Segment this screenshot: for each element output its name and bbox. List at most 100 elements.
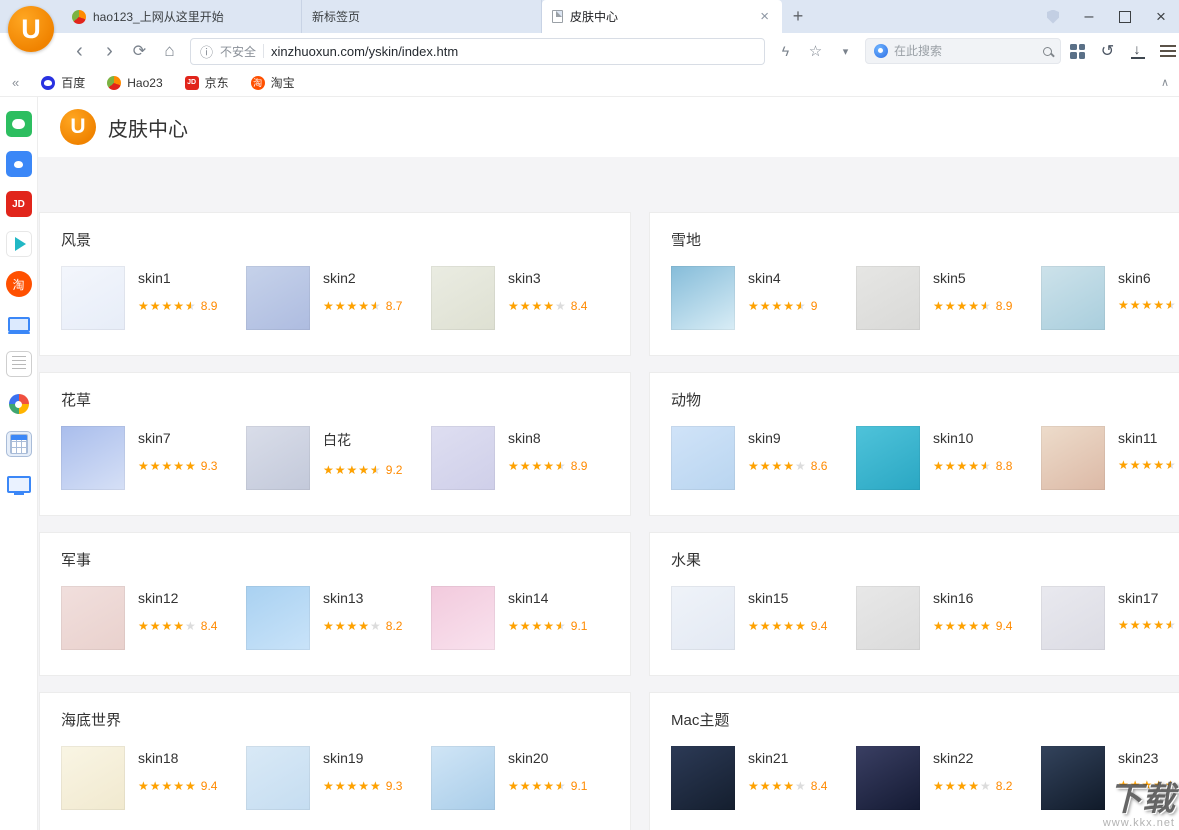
search-icon[interactable]	[1043, 47, 1052, 56]
search-box[interactable]	[865, 38, 1061, 64]
bookmark-hao123[interactable]: Hao23	[107, 76, 162, 90]
skin-item[interactable]: skin14 ★★★★★★★★★★ 9.1	[431, 586, 616, 650]
skin-item[interactable]: skin6 ★★★★★★★★★★	[1041, 266, 1179, 330]
chevron-down-icon[interactable]	[832, 38, 859, 65]
skin-thumbnail[interactable]	[246, 586, 310, 650]
skin-item[interactable]: skin21 ★★★★★★★★★★ 8.4	[671, 746, 856, 810]
bookmark-star-icon[interactable]	[802, 38, 829, 65]
skin-item[interactable]: skin3 ★★★★★★★★★★ 8.4	[431, 266, 616, 330]
skin-item[interactable]: skin20 ★★★★★★★★★★ 9.1	[431, 746, 616, 810]
skin-rating: ★★★★★★★★★★	[1118, 779, 1179, 791]
bookmark-baidu[interactable]: 百度	[41, 74, 85, 91]
skin-name: skin15	[748, 590, 827, 606]
skin-thumbnail[interactable]	[61, 586, 125, 650]
info-icon[interactable]: ⓘ	[200, 42, 213, 61]
maximize-button[interactable]	[1107, 0, 1143, 33]
skin-item[interactable]: skin1 ★★★★★★★★★★ 8.9	[61, 266, 246, 330]
shield-icon[interactable]	[1035, 0, 1071, 33]
collapse-bookmarks-icon[interactable]: «	[12, 75, 19, 90]
skin-item[interactable]: skin2 ★★★★★★★★★★ 8.7	[246, 266, 431, 330]
skin-thumbnail[interactable]	[431, 266, 495, 330]
skin-item[interactable]: skin8 ★★★★★★★★★★ 8.9	[431, 426, 616, 490]
category-title: 水果	[671, 549, 1179, 570]
skin-thumbnail[interactable]	[671, 426, 735, 490]
skin-thumbnail[interactable]	[431, 426, 495, 490]
calculator-icon[interactable]	[6, 431, 32, 457]
skin-item[interactable]: skin15 ★★★★★★★★★★ 9.4	[671, 586, 856, 650]
menu-icon[interactable]	[1154, 38, 1179, 65]
skin-stars: ★★★★★★★★★★	[1118, 619, 1177, 631]
notes-icon[interactable]	[6, 351, 32, 377]
baidu-favicon	[41, 76, 55, 90]
tab-new-tab[interactable]: 新标签页	[302, 0, 542, 33]
apps-grid-icon[interactable]	[1064, 38, 1091, 65]
tab-hao123[interactable]: hao123_上网从这里开始	[62, 0, 302, 33]
skin-thumbnail[interactable]	[1041, 426, 1105, 490]
skin-thumbnail[interactable]	[671, 746, 735, 810]
minimize-button[interactable]	[1071, 0, 1107, 33]
skin-thumbnail[interactable]	[1041, 746, 1105, 810]
paint-icon[interactable]	[6, 391, 32, 417]
skin-rating: ★★★★★★★★★★	[1118, 459, 1179, 471]
taobao-icon[interactable]	[6, 271, 32, 297]
tab-close-icon[interactable]: ×	[758, 8, 771, 25]
refresh-button[interactable]	[126, 38, 153, 65]
skin-name: skin14	[508, 590, 587, 606]
skin-item[interactable]: skin17 ★★★★★★★★★★	[1041, 586, 1179, 650]
skin-item[interactable]: skin22 ★★★★★★★★★★ 8.2	[856, 746, 1041, 810]
skin-item[interactable]: skin13 ★★★★★★★★★★ 8.2	[246, 586, 431, 650]
skin-item[interactable]: skin11 ★★★★★★★★★★	[1041, 426, 1179, 490]
collapse-up-icon[interactable]: ∧	[1161, 76, 1169, 89]
skin-thumbnail[interactable]	[431, 586, 495, 650]
skin-thumbnail[interactable]	[1041, 586, 1105, 650]
tab-skin-center[interactable]: 皮肤中心 ×	[542, 0, 782, 33]
back-button[interactable]	[66, 38, 93, 65]
search-input[interactable]	[894, 44, 1037, 58]
skin-item[interactable]: skin18 ★★★★★★★★★★ 9.4	[61, 746, 246, 810]
skin-item[interactable]: skin16 ★★★★★★★★★★ 9.4	[856, 586, 1041, 650]
bookmark-jd[interactable]: 京东	[185, 74, 229, 91]
bookmark-taobao[interactable]: 淘宝	[251, 74, 295, 91]
skin-thumbnail[interactable]	[671, 266, 735, 330]
browser-logo[interactable]: U	[8, 6, 54, 52]
skin-item[interactable]: skin10 ★★★★★★★★★★ 8.8	[856, 426, 1041, 490]
skin-thumbnail[interactable]	[61, 746, 125, 810]
home-button[interactable]	[156, 38, 183, 65]
search-engine-icon[interactable]	[874, 44, 888, 58]
skin-thumbnail[interactable]	[856, 426, 920, 490]
url-text[interactable]: xinzhuoxun.com/yskin/index.htm	[271, 44, 755, 59]
skin-item[interactable]: skin19 ★★★★★★★★★★ 9.3	[246, 746, 431, 810]
address-bar[interactable]: ⓘ 不安全 xinzhuoxun.com/yskin/index.htm	[190, 38, 765, 65]
skin-thumbnail[interactable]	[431, 746, 495, 810]
skin-thumbnail[interactable]	[246, 746, 310, 810]
skin-item[interactable]: skin7 ★★★★★★★★★★ 9.3	[61, 426, 246, 490]
skin-item[interactable]: skin5 ★★★★★★★★★★ 8.9	[856, 266, 1041, 330]
skin-item[interactable]: skin9 ★★★★★★★★★★ 8.6	[671, 426, 856, 490]
skin-item[interactable]: skin12 ★★★★★★★★★★ 8.4	[61, 586, 246, 650]
skin-thumbnail[interactable]	[246, 426, 310, 490]
wechat-icon[interactable]	[6, 111, 32, 137]
history-undo-icon[interactable]	[1094, 38, 1121, 65]
skin-thumbnail[interactable]	[671, 586, 735, 650]
skin-thumbnail[interactable]	[246, 266, 310, 330]
baidu-icon[interactable]	[6, 151, 32, 177]
close-button[interactable]	[1143, 0, 1179, 33]
skin-item[interactable]: skin23 ★★★★★★★★★★	[1041, 746, 1179, 810]
video-player-icon[interactable]	[6, 231, 32, 257]
forward-button[interactable]	[96, 38, 123, 65]
skin-item[interactable]: 白花 ★★★★★★★★★★ 9.2	[246, 426, 431, 490]
skin-thumbnail[interactable]	[856, 746, 920, 810]
skin-thumbnail[interactable]	[856, 266, 920, 330]
jd-icon[interactable]	[6, 191, 32, 217]
skin-thumbnail[interactable]	[1041, 266, 1105, 330]
skin-thumbnail[interactable]	[856, 586, 920, 650]
skin-item[interactable]: skin4 ★★★★★★★★★★ 9	[671, 266, 856, 330]
download-icon[interactable]	[1124, 38, 1151, 65]
new-tab-button[interactable]: +	[782, 0, 814, 33]
skin-thumbnail[interactable]	[61, 426, 125, 490]
skin-stars: ★★★★★★★★★★	[933, 780, 992, 792]
monitor-icon[interactable]	[6, 471, 32, 497]
speed-mode-icon[interactable]	[772, 38, 799, 65]
skin-thumbnail[interactable]	[61, 266, 125, 330]
laptop-icon[interactable]	[6, 311, 32, 337]
